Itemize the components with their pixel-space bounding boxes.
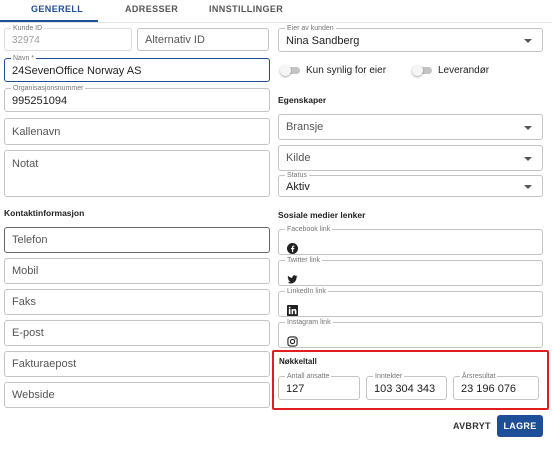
income-label: Inntekter (373, 372, 405, 381)
employees-label: Antall ansatte (285, 372, 332, 381)
email-field[interactable]: E-post (4, 320, 270, 346)
employees-field[interactable]: Antall ansatte 127 (278, 372, 360, 400)
phone-placeholder: Telefon (12, 234, 48, 246)
social-links-heading: Sosiale medier lenker (278, 210, 366, 220)
alternative-id-placeholder: Alternativ ID (145, 34, 205, 46)
properties-heading: Egenskaper (278, 95, 327, 105)
cancel-button[interactable]: AVBRYT (453, 421, 491, 431)
source-select[interactable]: Kilde (278, 145, 543, 171)
tab-generell[interactable]: GENERELL (31, 4, 83, 14)
org-number-field[interactable]: Organisasjonsnummer 995251094 (4, 84, 270, 112)
website-placeholder: Webside (12, 389, 55, 401)
toggle-knob (412, 65, 423, 76)
facebook-link-field[interactable]: Facebook link (278, 225, 543, 255)
source-placeholder: Kilde (286, 152, 311, 164)
status-value: Aktiv (286, 181, 310, 193)
org-number-value: 995251094 (12, 95, 68, 107)
annual-result-value: 23 196 076 (461, 383, 517, 395)
note-field[interactable]: Notat (4, 150, 270, 197)
customer-id-label: Kunde ID (11, 24, 45, 33)
supplier-toggle[interactable] (412, 65, 432, 76)
annual-result-label: Årsresultat (460, 372, 498, 381)
industry-select[interactable]: Bransje (278, 114, 543, 140)
facebook-icon (287, 243, 298, 254)
save-button[interactable]: LAGRE (497, 415, 543, 437)
instagram-link-field[interactable]: Instagram link (278, 318, 543, 348)
name-value: 24SevenOffice Norway AS (12, 65, 142, 77)
income-field[interactable]: Inntekter 103 304 343 (366, 372, 447, 400)
employees-value: 127 (286, 383, 305, 395)
owner-only-toggle[interactable] (280, 65, 300, 76)
customer-id-field: Kunde ID 32974 (4, 24, 132, 51)
mobile-placeholder: Mobil (12, 265, 39, 277)
nickname-field[interactable]: Kallenavn (4, 118, 270, 145)
twitter-link-label: Twitter link (285, 256, 323, 265)
invoice-email-field[interactable]: Fakturaepost (4, 351, 270, 377)
alternative-id-field[interactable]: Alternativ ID (137, 28, 269, 51)
linkedin-link-field[interactable]: LinkedIn link (278, 287, 543, 317)
email-placeholder: E-post (12, 327, 44, 339)
name-field[interactable]: Navn * 24SevenOffice Norway AS (4, 54, 270, 82)
status-label: Status (285, 171, 309, 180)
fax-field[interactable]: Faks (4, 289, 270, 315)
industry-placeholder: Bransje (286, 121, 324, 133)
tab-innstillinger[interactable]: INNSTILLINGER (209, 4, 283, 14)
mobile-field[interactable]: Mobil (4, 258, 270, 284)
org-number-label: Organisasjonsnummer (11, 84, 86, 93)
tab-adresser[interactable]: ADRESSER (125, 4, 178, 14)
chevron-down-icon (524, 39, 532, 43)
linkedin-icon (287, 305, 298, 316)
active-tab-indicator (0, 20, 98, 22)
twitter-link-field[interactable]: Twitter link (278, 256, 543, 286)
fax-placeholder: Faks (12, 296, 36, 308)
supplier-label: Leverandør (438, 65, 490, 76)
facebook-link-label: Facebook link (285, 225, 333, 234)
tabs-divider (0, 22, 552, 23)
chevron-down-icon (524, 126, 532, 130)
name-label: Navn * (11, 54, 37, 63)
income-value: 103 304 343 (374, 383, 436, 395)
toggle-knob (280, 65, 291, 76)
phone-field[interactable]: Telefon (4, 227, 270, 253)
chevron-down-icon (524, 157, 532, 161)
key-figures-heading: Nøkkeltall (279, 357, 317, 366)
twitter-icon (287, 275, 298, 284)
customer-id-value: 32974 (12, 35, 40, 46)
instagram-icon (287, 336, 298, 347)
status-select[interactable]: Status Aktiv (278, 171, 543, 197)
owner-select[interactable]: Eier av kunden Nina Sandberg (278, 24, 543, 52)
invoice-email-placeholder: Fakturaepost (12, 358, 77, 370)
annual-result-field[interactable]: Årsresultat 23 196 076 (453, 372, 539, 400)
owner-label: Eier av kunden (285, 24, 336, 33)
chevron-down-icon (524, 185, 532, 189)
website-field[interactable]: Webside (4, 382, 270, 408)
contact-info-heading: Kontaktinformasjon (4, 208, 85, 218)
owner-only-label: Kun synlig for eier (306, 65, 387, 76)
instagram-link-label: Instagram link (285, 318, 333, 327)
note-placeholder: Notat (12, 158, 39, 170)
nickname-placeholder: Kallenavn (12, 126, 61, 138)
linkedin-link-label: LinkedIn link (285, 287, 328, 296)
owner-value: Nina Sandberg (286, 35, 360, 47)
